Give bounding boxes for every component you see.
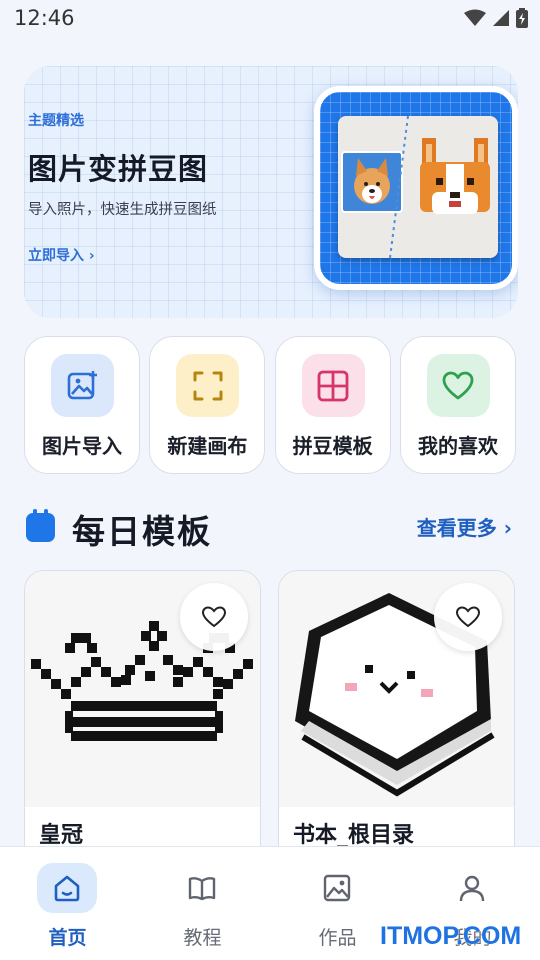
home-icon bbox=[37, 863, 97, 913]
banner-tag: 主题精选 bbox=[28, 113, 84, 129]
status-time: 12:46 bbox=[14, 6, 75, 30]
template-name: 书本_根目录 bbox=[293, 823, 415, 848]
status-bar: 12:46 bbox=[0, 0, 540, 38]
pegboard-image bbox=[338, 115, 498, 259]
new-canvas-button[interactable]: 新建画布 bbox=[149, 336, 266, 474]
section-title: 每日模板 bbox=[72, 512, 212, 551]
frame-corners-icon bbox=[176, 354, 240, 417]
nav-label: 教程 bbox=[183, 927, 222, 949]
image-add-icon bbox=[51, 354, 114, 417]
action-label: 我的喜欢 bbox=[417, 434, 498, 458]
action-label: 新建画布 bbox=[167, 434, 248, 458]
banner-subtitle: 导入照片，快速生成拼豆图纸 bbox=[28, 202, 217, 218]
corgi-bead-art bbox=[341, 115, 490, 259]
view-more-link[interactable]: 查看更多 › bbox=[417, 512, 512, 541]
action-label: 图片导入 bbox=[42, 434, 122, 458]
import-now-link[interactable]: 立即导入 › bbox=[28, 245, 95, 265]
bead-templates-button[interactable]: 拼豆模板 bbox=[274, 336, 391, 474]
favorite-heart-button[interactable] bbox=[180, 583, 248, 651]
banner-illustration bbox=[314, 86, 518, 290]
image-import-button[interactable]: 图片导入 bbox=[24, 336, 140, 474]
template-card-crown[interactable]: 皇冠 bbox=[24, 570, 261, 870]
nav-home[interactable]: 首页 bbox=[0, 847, 135, 960]
calendar-icon bbox=[26, 509, 55, 542]
heart-icon bbox=[201, 606, 227, 628]
template-name: 皇冠 bbox=[39, 823, 84, 848]
quick-actions: 图片导入 新建画布 拼豆模板 我的喜欢 bbox=[24, 336, 516, 474]
action-label: 拼豆模板 bbox=[292, 434, 373, 458]
site-watermark: ITMOP.COM bbox=[380, 922, 522, 950]
heart-icon bbox=[426, 354, 490, 417]
daily-templates-header: 每日模板 查看更多 › bbox=[26, 504, 516, 551]
nav-label: 首页 bbox=[48, 927, 87, 949]
user-icon bbox=[442, 863, 502, 913]
nav-tutorials[interactable]: 教程 bbox=[135, 847, 270, 960]
wifi-icon bbox=[464, 9, 486, 26]
template-card-book[interactable]: 书本_根目录 bbox=[278, 570, 515, 870]
book-icon bbox=[172, 863, 232, 913]
battery-icon bbox=[516, 8, 528, 28]
heart-icon bbox=[455, 606, 481, 628]
favorite-heart-button[interactable] bbox=[434, 583, 502, 651]
banner-title: 图片变拼豆图 bbox=[28, 152, 209, 186]
grid-template-icon bbox=[301, 354, 365, 417]
feature-banner[interactable]: 主题精选 图片变拼豆图 导入照片，快速生成拼豆图纸 立即导入 › bbox=[24, 66, 518, 318]
gallery-icon bbox=[307, 863, 367, 913]
signal-icon bbox=[493, 10, 509, 26]
my-favorites-button[interactable]: 我的喜欢 bbox=[399, 336, 516, 474]
status-icons bbox=[464, 8, 528, 28]
